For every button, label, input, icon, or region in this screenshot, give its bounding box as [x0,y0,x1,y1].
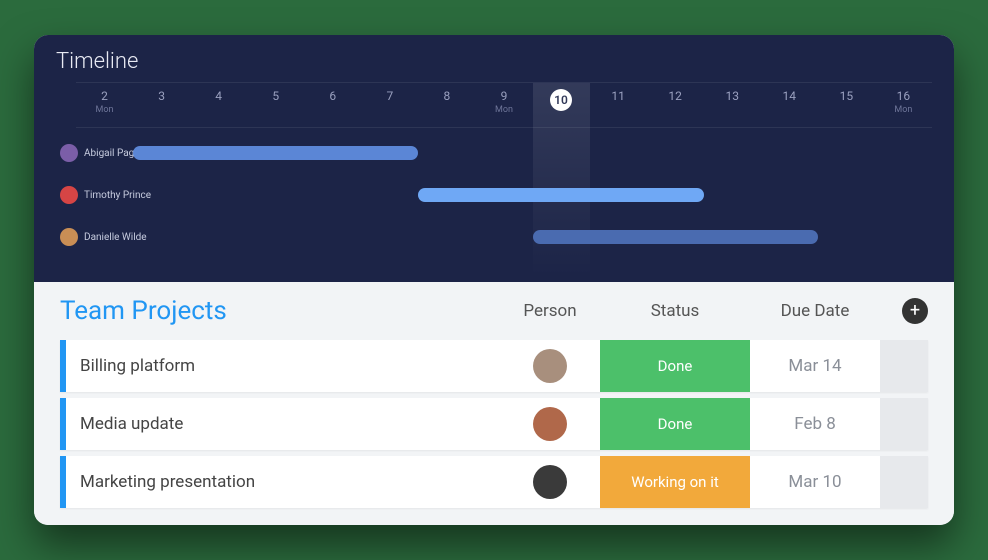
gantt-person-name: Timothy Prince [84,190,151,201]
timeline-date-cell[interactable]: 6 [304,83,361,127]
date-number: 15 [818,89,875,103]
avatar-icon [60,144,78,162]
date-number: 16 [875,89,932,103]
date-number: 10 [550,89,572,111]
column-header-due: Due Date [750,301,880,321]
gantt-person-label[interactable]: Timothy Prince [60,186,151,204]
task-due-cell[interactable]: Mar 10 [750,472,880,492]
date-number: 13 [704,89,761,103]
timeline-date-cell[interactable]: 5 [247,83,304,127]
date-number: 7 [361,89,418,103]
avatar-icon [533,407,567,441]
add-task-button[interactable]: + [902,298,928,324]
gantt-person-label[interactable]: Abigail Pagi [60,144,137,162]
task-status-cell[interactable]: Working on it [600,456,750,508]
date-dayofweek: Mon [875,105,932,115]
timeline-date-cell[interactable]: 8 [418,83,475,127]
task-row-trail [880,340,928,392]
date-number: 9 [475,89,532,103]
projects-title: Team Projects [60,296,500,326]
task-name: Billing platform [66,356,500,376]
timeline-gantt: Abigail Pagi Timothy Prince Danielle Wilde [76,132,932,258]
timeline-date-cell[interactable]: 10 [533,83,590,127]
plus-icon: + [910,302,920,320]
timeline-panel: Timeline 2Mon3456789Mon10111213141516Mon… [34,35,954,282]
timeline-date-cell[interactable]: 13 [704,83,761,127]
timeline-title: Timeline [56,49,932,74]
timeline-date-cell[interactable]: 16 Mon [875,83,932,127]
task-row-trail [880,456,928,508]
timeline-date-cell[interactable]: 3 [133,83,190,127]
date-number: 5 [247,89,304,103]
timeline-date-cell[interactable]: 12 [647,83,704,127]
avatar-icon [60,186,78,204]
task-status-cell[interactable]: Done [600,340,750,392]
task-due-cell[interactable]: Mar 14 [750,356,880,376]
task-due-cell[interactable]: Feb 8 [750,414,880,434]
gantt-row: Danielle Wilde [76,216,932,258]
timeline-date-cell[interactable]: 15 [818,83,875,127]
timeline-date-cell[interactable]: 4 [190,83,247,127]
date-number: 6 [304,89,361,103]
gantt-bar[interactable] [533,230,818,244]
date-number: 8 [418,89,475,103]
date-number: 4 [190,89,247,103]
task-row[interactable]: Media update DoneFeb 8 [60,398,928,450]
date-number: 3 [133,89,190,103]
date-dayofweek: Mon [475,105,532,115]
timeline-date-cell[interactable]: 7 [361,83,418,127]
task-person-cell[interactable] [500,465,600,499]
timeline-date-cell[interactable]: 14 [761,83,818,127]
date-number: 2 [76,89,133,103]
projects-panel: Team Projects Person Status Due Date + B… [34,282,954,525]
gantt-row: Abigail Pagi [76,132,932,174]
task-name: Marketing presentation [66,472,500,492]
avatar-icon [533,465,567,499]
task-person-cell[interactable] [500,349,600,383]
column-header-status: Status [600,301,750,321]
gantt-row: Timothy Prince [76,174,932,216]
date-number: 14 [761,89,818,103]
task-row[interactable]: Marketing presentation Working on itMar 1… [60,456,928,508]
date-number: 12 [647,89,704,103]
task-list: Billing platformDoneMar 14Media updateDo… [60,340,928,508]
gantt-person-label[interactable]: Danielle Wilde [60,228,147,246]
task-row-trail [880,398,928,450]
avatar-icon [60,228,78,246]
task-row[interactable]: Billing platform DoneMar 14 [60,340,928,392]
task-person-cell[interactable] [500,407,600,441]
date-dayofweek: Mon [76,105,133,115]
task-name: Media update [66,414,500,434]
projects-header: Team Projects Person Status Due Date + [60,296,928,326]
column-header-person: Person [500,301,600,321]
gantt-person-name: Abigail Pagi [84,148,137,159]
gantt-bar[interactable] [418,188,703,202]
app-card: Timeline 2Mon3456789Mon10111213141516Mon… [34,35,954,525]
avatar-icon [533,349,567,383]
gantt-person-name: Danielle Wilde [84,232,147,243]
date-number: 11 [590,89,647,103]
gantt-bar[interactable] [133,146,418,160]
timeline-date-row: 2Mon3456789Mon10111213141516Mon [76,82,932,128]
timeline-date-cell[interactable]: 9 Mon [475,83,532,127]
timeline-date-cell[interactable]: 11 [590,83,647,127]
task-status-cell[interactable]: Done [600,398,750,450]
timeline-date-cell[interactable]: 2 Mon [76,83,133,127]
